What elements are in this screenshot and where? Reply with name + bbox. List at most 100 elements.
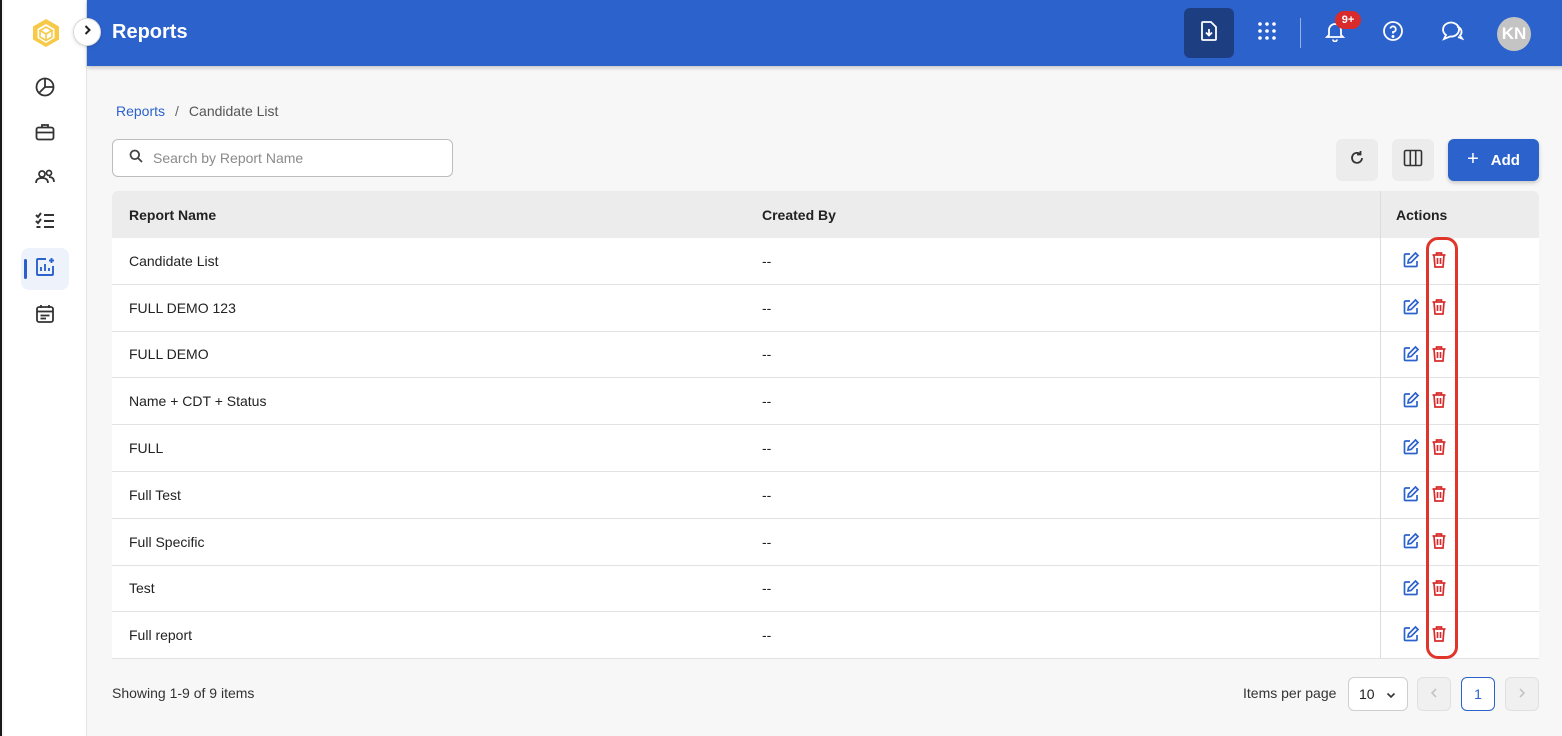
table-row[interactable]: Full Specific -- <box>112 518 1539 566</box>
table-row[interactable]: FULL -- <box>112 425 1539 472</box>
column-settings-button[interactable] <box>1392 139 1434 181</box>
row-actions <box>1402 532 1448 550</box>
pagination-summary: Showing 1-9 of 9 items <box>112 685 255 701</box>
edit-icon[interactable] <box>1402 485 1420 503</box>
notification-badge: 9+ <box>1335 11 1361 29</box>
user-avatar[interactable]: KN <box>1497 17 1531 51</box>
row-actions <box>1402 625 1448 643</box>
sidebar-item-calendar[interactable] <box>21 295 69 337</box>
delete-icon[interactable] <box>1430 485 1448 503</box>
pagination-next-button[interactable] <box>1505 677 1539 711</box>
created-by-cell: -- <box>762 580 772 597</box>
edit-icon[interactable] <box>1402 391 1420 409</box>
delete-icon[interactable] <box>1430 579 1448 597</box>
report-name-cell: FULL <box>129 440 164 457</box>
created-by-cell: -- <box>762 533 772 550</box>
column-header-actions: Actions <box>1396 206 1448 223</box>
top-header: Reports 9+ KN <box>87 0 1562 66</box>
row-actions <box>1402 391 1448 409</box>
column-header-report-name[interactable]: Report Name <box>129 207 216 223</box>
report-name-cell: Full Test <box>129 486 181 503</box>
report-name-cell: Full report <box>129 627 193 644</box>
items-per-page-select[interactable]: 10 <box>1348 677 1408 711</box>
edit-icon[interactable] <box>1402 251 1420 269</box>
chevron-down-icon <box>1385 688 1397 704</box>
header-divider <box>1300 18 1301 48</box>
delete-icon[interactable] <box>1430 298 1448 316</box>
report-name-cell: FULL DEMO <box>129 346 209 363</box>
reports-table: Report Name Created By Actions Candidate… <box>112 191 1539 660</box>
table-row[interactable]: FULL DEMO 123 -- <box>112 284 1539 332</box>
apps-grid-icon <box>1257 21 1277 46</box>
breadcrumb-current: Candidate List <box>188 103 279 119</box>
created-by-cell: -- <box>762 486 772 503</box>
table-row[interactable]: Full report -- <box>112 612 1539 660</box>
edit-icon[interactable] <box>1402 532 1420 550</box>
column-header-created-by[interactable]: Created By <box>762 207 836 223</box>
breadcrumb: Reports / Candidate List <box>116 103 278 119</box>
items-per-page-value: 10 <box>1359 686 1375 702</box>
pagination-prev-button[interactable] <box>1417 677 1451 711</box>
report-name-cell: Candidate List <box>129 252 219 269</box>
delete-icon[interactable] <box>1430 438 1448 456</box>
delete-icon[interactable] <box>1430 345 1448 363</box>
delete-icon[interactable] <box>1430 251 1448 269</box>
pagination-page-1[interactable]: 1 <box>1461 677 1495 711</box>
edit-icon[interactable] <box>1402 579 1420 597</box>
chevron-right-icon <box>81 23 93 41</box>
created-by-cell: -- <box>762 393 772 410</box>
delete-icon[interactable] <box>1430 625 1448 643</box>
row-actions <box>1402 251 1448 269</box>
chevron-left-icon <box>1429 686 1439 702</box>
refresh-icon <box>1349 150 1365 171</box>
sidebar-item-tasks[interactable] <box>21 202 69 244</box>
sidebar-item-jobs[interactable] <box>21 113 69 155</box>
columns-icon <box>1403 149 1423 172</box>
briefcase-icon <box>34 121 56 148</box>
search-box[interactable] <box>112 139 453 177</box>
app-logo[interactable] <box>30 17 62 49</box>
chart-add-icon <box>34 256 56 283</box>
table-row[interactable]: Candidate List -- <box>112 238 1539 285</box>
delete-icon[interactable] <box>1430 532 1448 550</box>
table-header: Report Name Created By Actions <box>112 191 1539 238</box>
items-per-page-label: Items per page <box>1243 685 1337 701</box>
table-row[interactable]: FULL DEMO -- <box>112 331 1539 379</box>
row-actions <box>1402 579 1448 597</box>
sidebar-item-candidates[interactable] <box>21 158 69 200</box>
row-actions <box>1402 485 1448 503</box>
calendar-icon <box>34 303 56 330</box>
row-actions <box>1402 345 1448 363</box>
sidebar-item-reports[interactable] <box>21 248 69 290</box>
table-row[interactable]: Test -- <box>112 565 1539 613</box>
search-input[interactable] <box>153 150 433 166</box>
edit-icon[interactable] <box>1402 298 1420 316</box>
row-actions <box>1402 438 1448 456</box>
apps-grid-button[interactable] <box>1252 18 1282 48</box>
pie-chart-icon <box>34 76 56 103</box>
app-frame: Reports 9+ KN Reports / Candidate List S… <box>0 0 1562 736</box>
help-circle-icon <box>1382 20 1404 47</box>
table-row[interactable]: Full Test -- <box>112 471 1539 519</box>
chat-button[interactable] <box>1437 18 1467 48</box>
download-report-button[interactable] <box>1184 8 1234 58</box>
edit-icon[interactable] <box>1402 625 1420 643</box>
created-by-cell: -- <box>762 440 772 457</box>
report-name-cell: Full Specific <box>129 533 205 550</box>
edit-icon[interactable] <box>1402 438 1420 456</box>
sidebar <box>4 0 87 736</box>
report-name-cell: Name + CDT + Status <box>129 393 267 410</box>
table-row[interactable]: Name + CDT + Status -- <box>112 378 1539 426</box>
sidebar-toggle-button[interactable] <box>73 18 101 46</box>
chevron-right-icon <box>1517 686 1527 702</box>
delete-icon[interactable] <box>1430 391 1448 409</box>
sidebar-item-dashboard[interactable] <box>21 68 69 110</box>
help-button[interactable] <box>1378 18 1408 48</box>
breadcrumb-separator: / <box>175 103 179 119</box>
created-by-cell: -- <box>762 346 772 363</box>
breadcrumb-link-reports[interactable]: Reports <box>116 103 165 119</box>
edit-icon[interactable] <box>1402 345 1420 363</box>
add-report-button[interactable]: + Add <box>1448 139 1539 181</box>
refresh-button[interactable] <box>1336 139 1378 181</box>
created-by-cell: -- <box>762 299 772 316</box>
